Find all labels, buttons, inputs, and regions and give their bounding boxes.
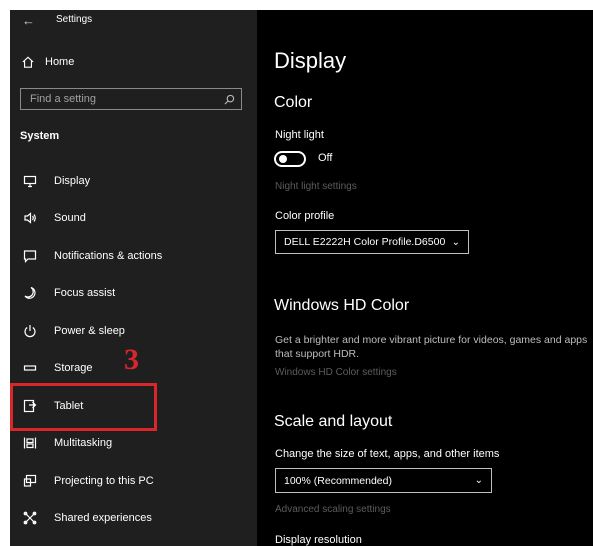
page-title: Display (274, 48, 347, 73)
sidebar-item-label: Shared experiences (54, 512, 152, 524)
sidebar-item-label: Storage (54, 362, 93, 374)
resolution-label: Display resolution (275, 534, 362, 546)
power-icon (20, 324, 40, 338)
sidebar-item-display[interactable]: Display (10, 165, 257, 197)
color-heading: Color (274, 94, 313, 111)
sidebar-item-label: Sound (54, 212, 86, 224)
color-profile-value: DELL E2222H Color Profile.D6500 (284, 236, 446, 248)
section-label: System (20, 130, 60, 142)
sidebar-item-focus-assist[interactable]: Focus assist (10, 277, 257, 309)
shared-icon (20, 511, 40, 525)
search-placeholder: Find a setting (30, 93, 97, 105)
main-content: Display Color Night light Off Night ligh… (257, 10, 593, 546)
storage-icon (20, 361, 40, 375)
night-light-settings-link[interactable]: Night light settings (275, 181, 357, 192)
sidebar-item-label: Multitasking (54, 437, 113, 449)
night-light-toggle[interactable] (274, 151, 306, 167)
color-profile-dropdown[interactable]: DELL E2222H Color Profile.D6500 ⌄ (275, 230, 469, 254)
sidebar-item-multitasking[interactable]: Multitasking (10, 427, 257, 459)
scale-value: 100% (Recommended) (284, 474, 392, 487)
home-icon (22, 56, 34, 68)
hd-color-settings-link[interactable]: Windows HD Color settings (275, 367, 397, 378)
scale-heading: Scale and layout (274, 413, 393, 430)
multitasking-icon (20, 436, 40, 450)
sidebar: ← Settings Home Find a setting System Di… (10, 10, 257, 546)
projector-icon (20, 474, 40, 488)
sidebar-item-sound[interactable]: Sound (10, 202, 257, 234)
toggle-knob (279, 155, 287, 163)
scale-dropdown[interactable]: 100% (Recommended) ⌄ (275, 468, 492, 493)
sidebar-item-label: Projecting to this PC (54, 475, 154, 487)
hd-color-description: Get a brighter and more vibrant picture … (275, 334, 588, 360)
sidebar-item-notifications[interactable]: Notifications & actions (10, 240, 257, 272)
message-icon (20, 249, 40, 263)
chevron-down-icon: ⌄ (451, 236, 460, 248)
hd-color-heading: Windows HD Color (274, 297, 410, 314)
moon-icon (20, 286, 40, 300)
annotation-highlight-box (10, 383, 157, 431)
settings-window: ← Settings Home Find a setting System Di… (10, 10, 593, 546)
sidebar-item-label: Power & sleep (54, 325, 125, 337)
color-profile-label: Color profile (275, 210, 335, 222)
monitor-icon (20, 174, 40, 188)
size-label: Change the size of text, apps, and other… (275, 448, 500, 460)
sidebar-item-label: Notifications & actions (54, 250, 163, 262)
back-arrow-icon[interactable]: ← (22, 13, 35, 28)
sidebar-item-shared-experiences[interactable]: Shared experiences (10, 502, 257, 534)
search-icon (224, 94, 235, 104)
search-input[interactable]: Find a setting (20, 88, 242, 110)
night-light-label: Night light (275, 129, 324, 141)
sidebar-item-label: Display (54, 175, 91, 187)
speaker-icon (20, 211, 40, 225)
sidebar-item-label: Focus assist (54, 287, 116, 299)
home-label: Home (45, 56, 75, 68)
window-title: Settings (56, 14, 93, 25)
chevron-down-icon: ⌄ (474, 475, 483, 486)
annotation-step-number: 3 (124, 343, 139, 376)
night-light-state: Off (318, 152, 333, 164)
sidebar-item-projecting[interactable]: Projecting to this PC (10, 465, 257, 497)
advanced-scaling-link[interactable]: Advanced scaling settings (275, 504, 391, 515)
home-link[interactable]: Home (22, 56, 74, 68)
